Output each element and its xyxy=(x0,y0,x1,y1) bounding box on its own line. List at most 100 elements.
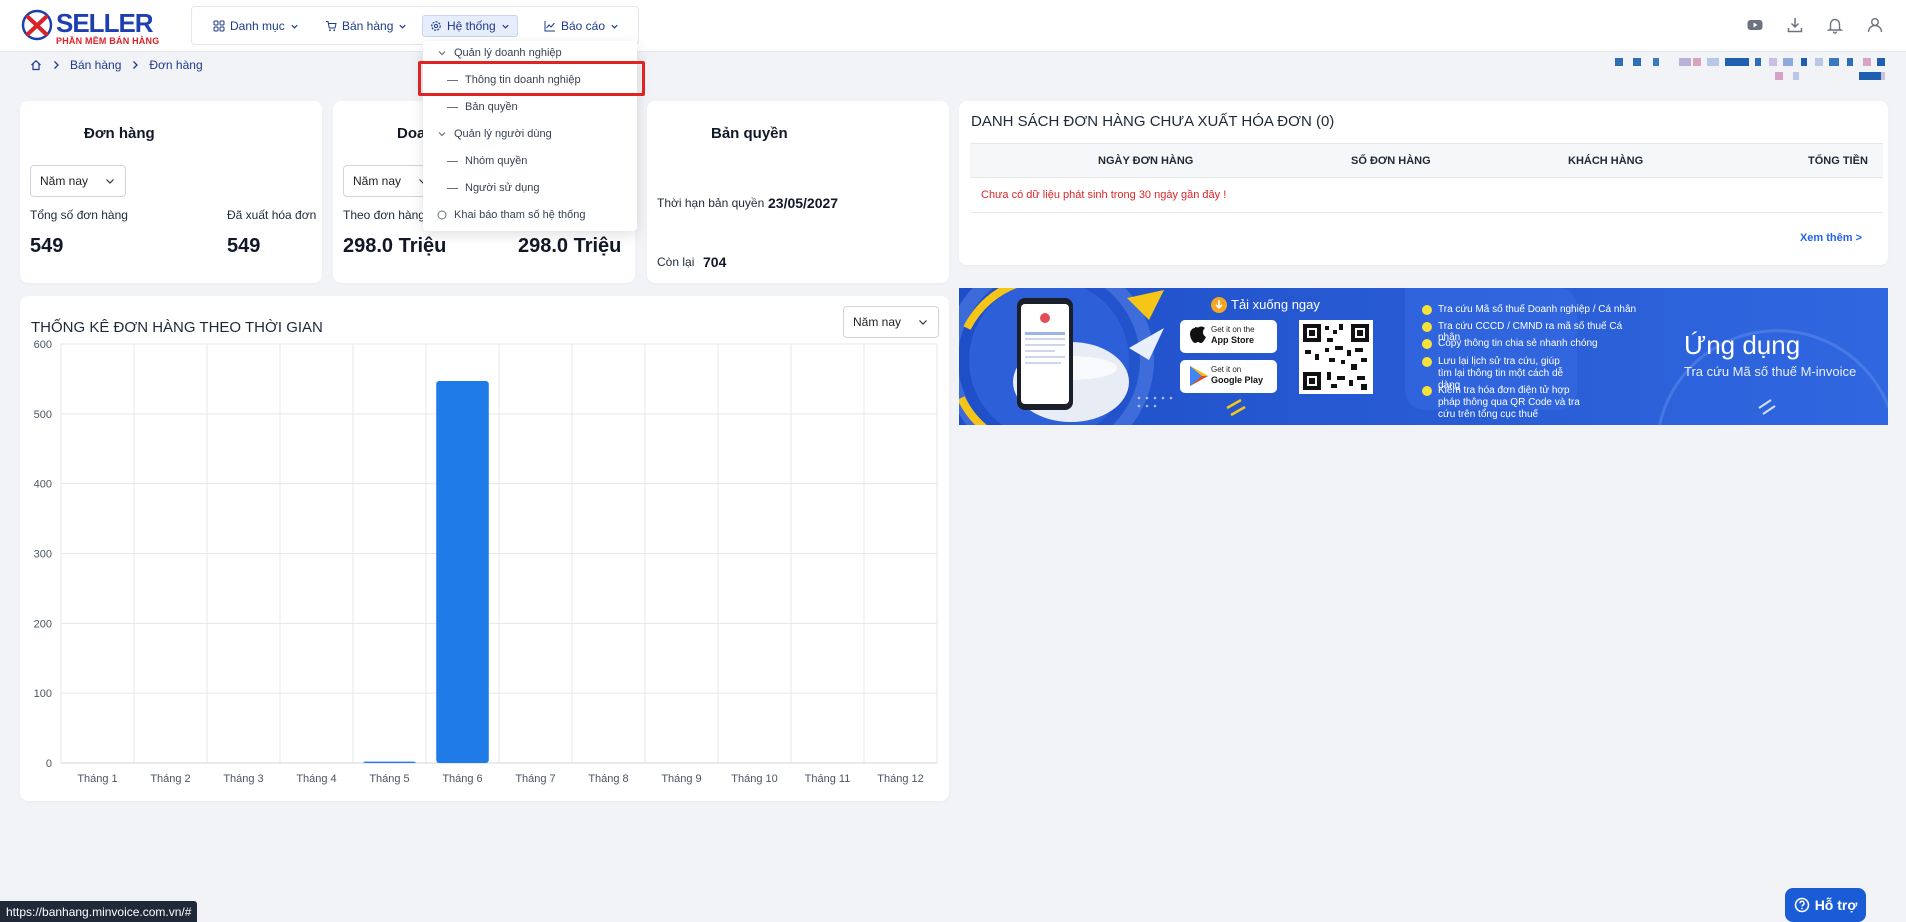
x-tick-label: Tháng 2 xyxy=(150,773,190,785)
menu-label: Người sử dụng xyxy=(465,182,540,194)
x-tick-label: Tháng 1 xyxy=(77,773,117,785)
col-order-number[interactable]: SỐ ĐƠN HÀNG xyxy=(1351,155,1431,167)
chevron-down-icon xyxy=(106,179,114,184)
see-more-link[interactable]: Xem thêm > xyxy=(1800,232,1862,244)
col-total[interactable]: TỔNG TIỀN xyxy=(1808,155,1868,167)
x-tick-label: Tháng 10 xyxy=(731,773,777,785)
breadcrumb-ban-hang[interactable]: Bán hàng xyxy=(70,58,121,72)
menu-item-ban-quyen[interactable]: Bản quyền xyxy=(447,101,518,113)
x-tick-label: Tháng 5 xyxy=(369,773,409,785)
nav-label: Bán hàng xyxy=(342,19,394,33)
chart-title: THỐNG KÊ ĐƠN HÀNG THEO THỜI GIAN xyxy=(31,319,323,336)
x-tick-label: Tháng 6 xyxy=(442,773,482,785)
chevron-down-icon xyxy=(919,320,927,325)
menu-label: Khai báo tham số hệ thống xyxy=(454,209,586,221)
nav-he-thong[interactable]: Hệ thống xyxy=(422,15,518,37)
chevron-down-icon xyxy=(438,51,446,56)
youtube-button[interactable] xyxy=(1744,14,1766,36)
highlight-box xyxy=(418,61,645,96)
chevron-down-icon xyxy=(611,24,618,29)
notification-button[interactable] xyxy=(1824,14,1846,36)
menu-label: Quản lý người dùng xyxy=(454,128,552,140)
col-order-date[interactable]: NGÀY ĐƠN HÀNG xyxy=(1098,155,1193,167)
y-tick-label: 200 xyxy=(34,618,52,630)
redacted-info xyxy=(1615,56,1885,82)
feature-1: Tra cứu Mã số thuế Doanh nghiệp / Cá nhâ… xyxy=(1438,304,1637,315)
bar-6 xyxy=(436,381,489,763)
home-icon[interactable] xyxy=(30,59,42,71)
download-button[interactable] xyxy=(1784,14,1806,36)
main-nav: Danh mục Bán hàng Hệ thống Báo cáo xyxy=(191,6,639,45)
menu-label: Quản lý doanh nghiệp xyxy=(454,47,562,59)
logo-subtitle: PHẦN MỀM BÁN HÀNG xyxy=(56,36,160,46)
invoiced-value: 549 xyxy=(227,235,261,257)
bar-5 xyxy=(363,761,416,763)
x-tick-label: Tháng 8 xyxy=(588,773,628,785)
x-tick-label: Tháng 4 xyxy=(296,773,336,785)
breadcrumb: Bán hàng Đơn hàng xyxy=(30,58,203,72)
total-orders-value: 549 xyxy=(30,235,64,257)
license-expiry-label: Thời hạn bản quyền xyxy=(657,196,765,210)
dash-icon xyxy=(447,106,458,108)
download-icon xyxy=(1787,18,1803,33)
menu-item-nguoi-su-dung[interactable]: Người sử dụng xyxy=(447,182,540,194)
app-promo-banner[interactable]: Tải xuống ngay Get it on the App Store G… xyxy=(959,288,1888,425)
orders-over-time-card: THỐNG KÊ ĐƠN HÀNG THEO THỜI GIAN Năm nay… xyxy=(20,296,949,801)
select-value: Năm nay xyxy=(40,174,89,188)
app-store-line1: Get it on the xyxy=(1211,325,1255,334)
uninvoiced-table-title: DANH SÁCH ĐƠN HÀNG CHƯA XUẤT HÓA ĐƠN (0) xyxy=(971,113,1335,130)
select-value: Năm nay xyxy=(853,315,902,329)
menu-group-quan-ly-nguoi-dung[interactable]: Quản lý người dùng xyxy=(437,128,552,140)
x-tick-label: Tháng 7 xyxy=(515,773,555,785)
chevron-right-icon xyxy=(54,61,59,69)
nav-danh-muc[interactable]: Danh mục xyxy=(206,15,306,37)
chevron-down-icon xyxy=(399,24,407,29)
menu-item-nhom-quyen[interactable]: Nhóm quyền xyxy=(447,155,527,167)
google-play-badge[interactable]: Get it on Google Play xyxy=(1211,365,1275,385)
orders-card-title: Đơn hàng xyxy=(84,125,155,142)
orders-period-select[interactable]: Năm nay xyxy=(30,165,126,197)
col-customer[interactable]: KHÁCH HÀNG xyxy=(1568,155,1643,167)
app-subtitle: Tra cứu Mã số thuế M-invoice xyxy=(1684,364,1857,379)
chevron-down-icon xyxy=(438,132,446,137)
y-tick-label: 400 xyxy=(34,479,52,491)
invoiced-label: Đã xuất hóa đơn xyxy=(227,208,317,222)
dash-icon xyxy=(447,160,458,162)
cart-icon xyxy=(326,21,337,32)
app-logo[interactable]: SELLER PHẦN MỀM BÁN HÀNG xyxy=(20,6,160,46)
x-tick-label: Tháng 3 xyxy=(223,773,263,785)
revenue-by-order-value: 298.0 Triệu xyxy=(343,235,447,257)
license-expiry-value: 23/05/2027 xyxy=(768,195,839,211)
breadcrumb-don-hang[interactable]: Đơn hàng xyxy=(149,58,202,72)
y-tick-label: 500 xyxy=(34,409,52,421)
y-tick-label: 100 xyxy=(34,688,52,700)
app-store-badge[interactable]: Get it on the App Store xyxy=(1211,325,1275,345)
revenue-by-order-label: Theo đơn hàng xyxy=(343,208,425,222)
menu-item-khai-bao-tham-so[interactable]: Khai báo tham số hệ thống xyxy=(437,209,585,221)
license-remaining-label: Còn lại xyxy=(657,255,695,269)
feature-5: Kiểm tra hóa đơn điện tử hợp pháp thông … xyxy=(1438,385,1580,420)
orders-card: Đơn hàng Năm nay Tổng số đơn hàng Đã xuấ… xyxy=(20,101,322,283)
google-play-line2: Google Play xyxy=(1211,375,1264,385)
user-icon xyxy=(1867,18,1883,33)
circle-icon xyxy=(437,210,447,220)
youtube-icon xyxy=(1747,20,1763,30)
x-tick-label: Tháng 9 xyxy=(661,773,701,785)
download-now-text: Tải xuống ngay xyxy=(1231,297,1320,312)
menu-label: Nhóm quyền xyxy=(465,155,528,167)
select-value: Năm nay xyxy=(353,174,402,188)
app-store-line2: App Store xyxy=(1211,335,1255,345)
nav-ban-hang[interactable]: Bán hàng xyxy=(318,15,414,37)
table-divider xyxy=(970,212,1883,213)
nav-label: Danh mục xyxy=(230,19,285,33)
user-button[interactable] xyxy=(1864,14,1886,36)
license-card-title: Bản quyền xyxy=(711,125,788,142)
revenue-card-title: Doa xyxy=(397,125,426,142)
nav-bao-cao[interactable]: Báo cáo xyxy=(537,15,626,37)
chart-period-select[interactable]: Năm nay xyxy=(843,306,939,338)
help-label: Hỗ trợ xyxy=(1814,897,1858,913)
menu-group-quan-ly-doanh-nghiep[interactable]: Quản lý doanh nghiệp xyxy=(437,47,562,59)
revenue-second-value: 298.0 Triệu xyxy=(518,235,622,257)
help-button[interactable]: Hỗ trợ xyxy=(1785,888,1866,922)
x-tick-label: Tháng 12 xyxy=(877,773,923,785)
